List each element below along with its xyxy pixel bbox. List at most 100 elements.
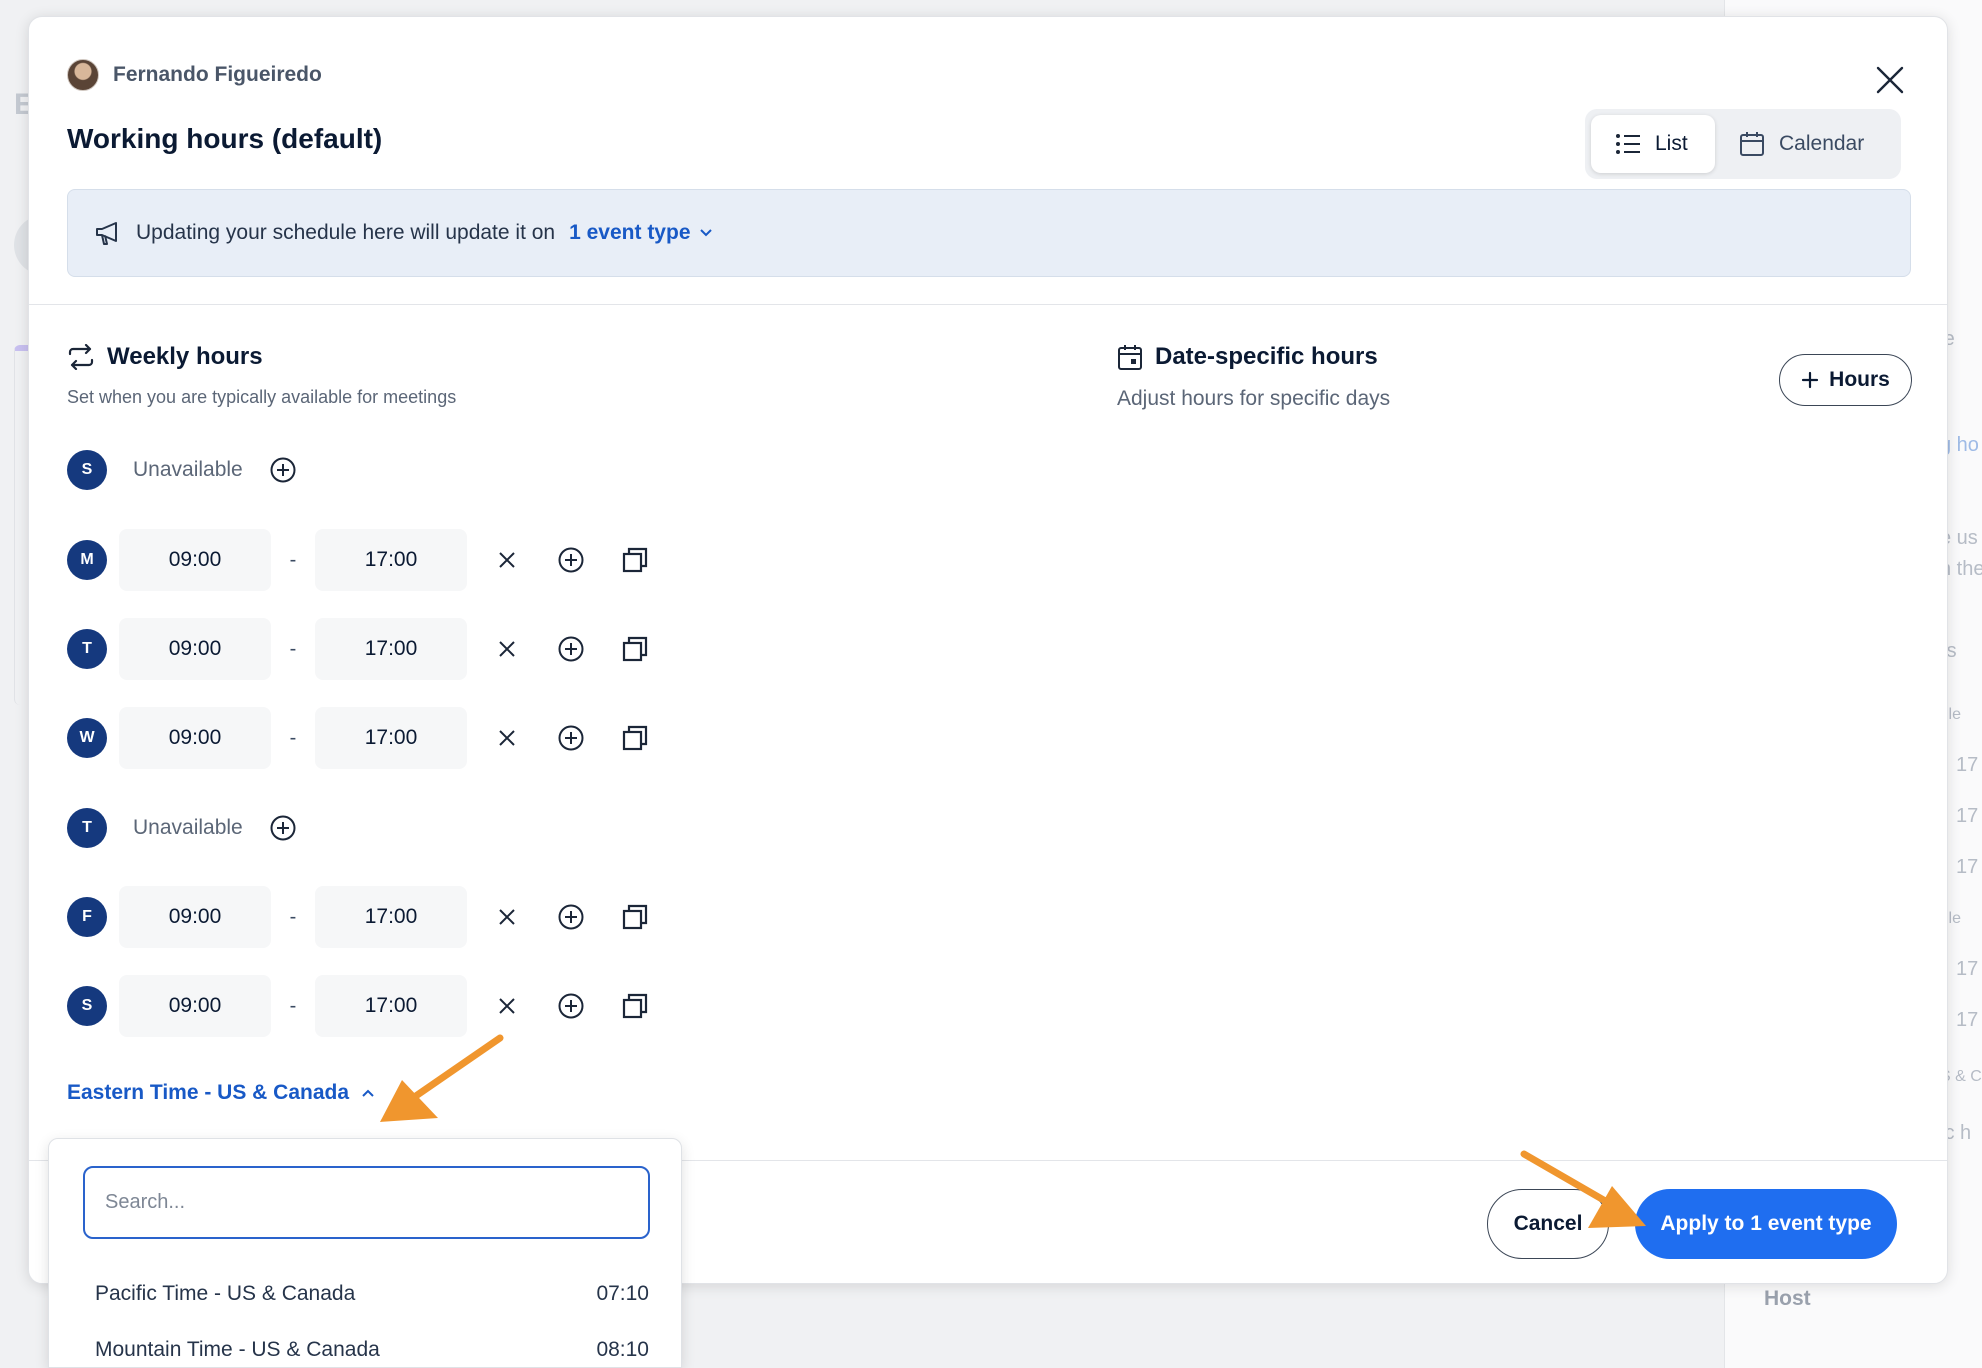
cancel-button[interactable]: Cancel bbox=[1487, 1189, 1609, 1259]
background-text: 17 bbox=[1956, 856, 1979, 878]
list-icon bbox=[1616, 134, 1640, 154]
timezone-selector[interactable]: Eastern Time - US & Canada bbox=[67, 1081, 375, 1105]
add-interval-button[interactable] bbox=[263, 450, 303, 490]
notice-text: Updating your schedule here will update … bbox=[136, 221, 556, 244]
background-text: 17 bbox=[1956, 958, 1979, 980]
plus-circle-icon bbox=[270, 457, 296, 483]
close-button[interactable] bbox=[1865, 55, 1915, 105]
plus-circle-icon bbox=[558, 993, 584, 1019]
apply-button[interactable]: Apply to 1 event type bbox=[1635, 1189, 1897, 1259]
time-separator: - bbox=[289, 905, 297, 928]
schedule-update-notice: Updating your schedule here will update … bbox=[67, 189, 1911, 277]
day-row-saturday: S 09:00 - 17:00 bbox=[67, 975, 655, 1037]
end-time-input[interactable]: 17:00 bbox=[315, 707, 467, 769]
background-host-label: Host bbox=[1764, 1287, 1811, 1310]
add-interval-button[interactable] bbox=[263, 808, 303, 848]
event-type-link-label: 1 event type bbox=[569, 221, 691, 244]
day-badge: M bbox=[67, 540, 107, 580]
day-badge: T bbox=[67, 629, 107, 669]
divider bbox=[29, 304, 1947, 305]
timezone-option[interactable]: Mountain Time - US & Canada 08:10 bbox=[49, 1323, 681, 1368]
end-time-input[interactable]: 17:00 bbox=[315, 886, 467, 948]
list-view-button[interactable]: List bbox=[1591, 115, 1715, 173]
add-interval-button[interactable] bbox=[551, 718, 591, 758]
copy-icon bbox=[622, 904, 648, 930]
time-separator: - bbox=[289, 548, 297, 571]
day-row-friday: F 09:00 - 17:00 bbox=[67, 886, 655, 948]
chevron-up-icon bbox=[362, 1089, 374, 1097]
remove-interval-button[interactable] bbox=[487, 718, 527, 758]
close-icon bbox=[499, 552, 515, 568]
view-toggle: List Calendar bbox=[1585, 109, 1901, 179]
time-separator: - bbox=[289, 994, 297, 1017]
remove-interval-button[interactable] bbox=[487, 540, 527, 580]
day-row-monday: M 09:00 - 17:00 bbox=[67, 529, 655, 591]
date-specific-subtitle: Adjust hours for specific days bbox=[1117, 387, 1391, 410]
plus-circle-icon bbox=[558, 547, 584, 573]
time-separator: - bbox=[289, 637, 297, 660]
day-badge: F bbox=[67, 897, 107, 937]
weekly-hours-title-text: Weekly hours bbox=[107, 343, 263, 370]
background-text: 17 bbox=[1956, 1009, 1979, 1031]
timezone-option-name: Mountain Time - US & Canada bbox=[95, 1338, 380, 1361]
close-icon bbox=[499, 998, 515, 1014]
avatar bbox=[67, 59, 99, 91]
copy-times-button[interactable] bbox=[615, 718, 655, 758]
copy-times-button[interactable] bbox=[615, 897, 655, 937]
time-separator: - bbox=[289, 726, 297, 749]
background-text: 17 bbox=[1956, 754, 1979, 776]
timezone-current: Eastern Time - US & Canada bbox=[67, 1081, 350, 1104]
page-title: Working hours (default) bbox=[67, 123, 383, 154]
calendar-view-label: Calendar bbox=[1779, 132, 1865, 155]
copy-times-button[interactable] bbox=[615, 986, 655, 1026]
add-interval-button[interactable] bbox=[551, 897, 591, 937]
add-interval-button[interactable] bbox=[551, 629, 591, 669]
day-badge: T bbox=[67, 808, 107, 848]
start-time-input[interactable]: 09:00 bbox=[119, 529, 271, 591]
start-time-input[interactable]: 09:00 bbox=[119, 618, 271, 680]
owner-name: Fernando Figueiredo bbox=[113, 63, 322, 86]
start-time-input[interactable]: 09:00 bbox=[119, 886, 271, 948]
schedule-owner: Fernando Figueiredo bbox=[67, 59, 322, 91]
copy-icon bbox=[622, 547, 648, 573]
copy-times-button[interactable] bbox=[615, 540, 655, 580]
plus-circle-icon bbox=[558, 636, 584, 662]
copy-times-button[interactable] bbox=[615, 629, 655, 669]
day-badge: W bbox=[67, 718, 107, 758]
calendar-icon bbox=[1740, 132, 1764, 156]
close-icon bbox=[499, 641, 515, 657]
timezone-option[interactable]: Pacific Time - US & Canada 07:10 bbox=[49, 1267, 681, 1321]
date-specific-hours-title: Date-specific hours bbox=[1117, 343, 1378, 371]
start-time-input[interactable]: 09:00 bbox=[119, 975, 271, 1037]
unavailable-label: Unavailable bbox=[133, 458, 243, 481]
event-type-link[interactable]: 1 event type bbox=[569, 221, 712, 245]
add-date-hours-button[interactable]: Hours bbox=[1779, 354, 1912, 406]
working-hours-modal: Fernando Figueiredo Working hours (defau… bbox=[28, 16, 1948, 1284]
day-row-wednesday: W 09:00 - 17:00 bbox=[67, 707, 655, 769]
remove-interval-button[interactable] bbox=[487, 897, 527, 937]
list-view-label: List bbox=[1655, 132, 1688, 155]
timezone-option-time: 08:10 bbox=[596, 1338, 649, 1361]
calendar-view-button[interactable]: Calendar bbox=[1715, 115, 1888, 173]
end-time-input[interactable]: 17:00 bbox=[315, 618, 467, 680]
add-interval-button[interactable] bbox=[551, 986, 591, 1026]
add-interval-button[interactable] bbox=[551, 540, 591, 580]
timezone-search-input[interactable] bbox=[83, 1166, 650, 1239]
chevron-down-icon bbox=[699, 229, 712, 237]
megaphone-icon bbox=[96, 222, 117, 245]
day-row-sunday: S Unavailable bbox=[67, 439, 303, 501]
end-time-input[interactable]: 17:00 bbox=[315, 529, 467, 591]
remove-interval-button[interactable] bbox=[487, 629, 527, 669]
plus-circle-icon bbox=[270, 815, 296, 841]
unavailable-label: Unavailable bbox=[133, 816, 243, 839]
end-time-input[interactable]: 17:00 bbox=[315, 975, 467, 1037]
repeat-icon bbox=[68, 344, 94, 370]
close-icon bbox=[1876, 66, 1904, 94]
day-badge: S bbox=[67, 986, 107, 1026]
start-time-input[interactable]: 09:00 bbox=[119, 707, 271, 769]
background-text: 17 bbox=[1956, 805, 1979, 827]
remove-interval-button[interactable] bbox=[487, 986, 527, 1026]
day-badge: S bbox=[67, 450, 107, 490]
day-row-tuesday: T 09:00 - 17:00 bbox=[67, 618, 655, 680]
timezone-option-name: Pacific Time - US & Canada bbox=[95, 1282, 356, 1305]
